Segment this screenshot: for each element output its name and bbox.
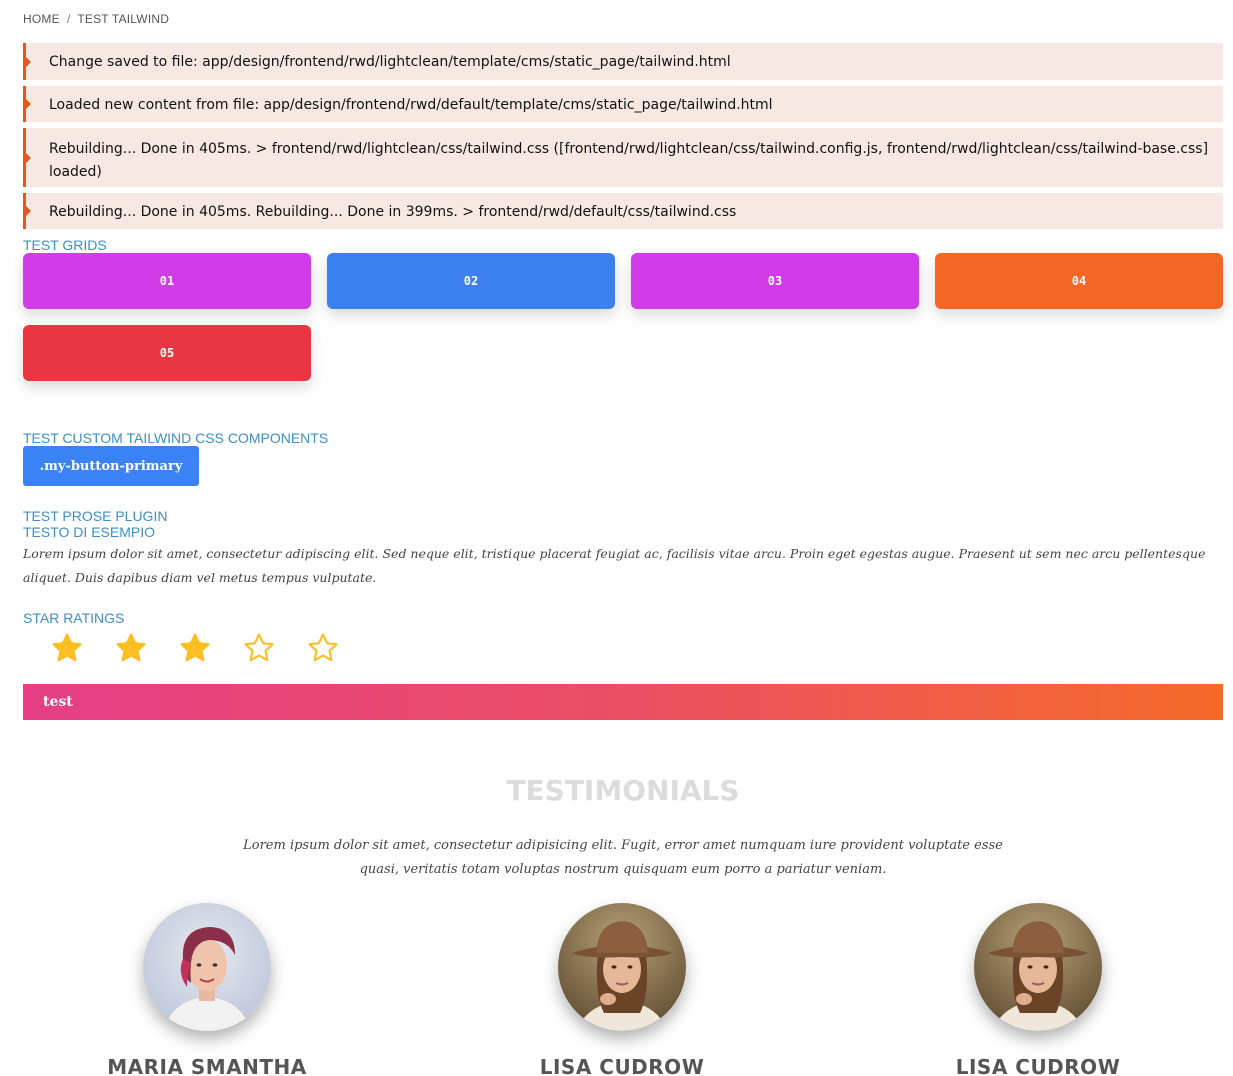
- grid-tile-02: 02: [327, 253, 615, 309]
- star-rating: [50, 631, 370, 665]
- gradient-bar-label: test: [43, 694, 73, 710]
- grids-section-label: TEST GRIDS: [23, 237, 107, 253]
- gradient-bar: test: [23, 684, 1223, 720]
- notice-message: Rebuilding... Done in 405ms. > frontend/…: [23, 128, 1223, 187]
- message-list: Change saved to file: app/design/fronten…: [23, 43, 1223, 235]
- star-icon[interactable]: [50, 631, 84, 665]
- prose-heading: TESTO DI ESEMPIO: [23, 524, 155, 540]
- avatar: [143, 903, 271, 1031]
- person-name: LISA CUDROW: [955, 1055, 1121, 1076]
- breadcrumb: HOME / TEST TAILWIND: [23, 12, 169, 26]
- grid-tile-03: 03: [631, 253, 919, 309]
- breadcrumb-separator: /: [66, 12, 71, 26]
- star-icon[interactable]: [178, 631, 212, 665]
- testimonials-title: TESTIMONIALS: [506, 774, 740, 807]
- breadcrumb-current: TEST TAILWIND: [77, 12, 170, 26]
- star-icon[interactable]: [306, 631, 340, 665]
- star-icon[interactable]: [242, 631, 276, 665]
- notice-message: Change saved to file: app/design/fronten…: [23, 43, 1223, 80]
- components-section-label: TEST CUSTOM TAILWIND CSS COMPONENTS: [23, 430, 329, 446]
- avatar: [558, 903, 686, 1031]
- my-button-primary[interactable]: .my-button-primary: [23, 446, 199, 486]
- person-name: MARIA SMANTHA: [107, 1055, 307, 1076]
- breadcrumb-home-link[interactable]: HOME: [23, 12, 60, 26]
- notice-message: Loaded new content from file: app/design…: [23, 86, 1223, 122]
- grid-tile-05: 05: [23, 325, 311, 381]
- testimonials-text: Lorem ipsum dolor sit amet, consectetur …: [243, 838, 1003, 877]
- prose-section-label: TEST PROSE PLUGIN: [23, 508, 168, 524]
- star-icon[interactable]: [114, 631, 148, 665]
- person-name: LISA CUDROW: [539, 1055, 705, 1076]
- notice-message: Rebuilding... Done in 405ms. Rebuilding.…: [23, 193, 1223, 229]
- avatar: [974, 903, 1102, 1031]
- grid-tile-04: 04: [935, 253, 1223, 309]
- prose-paragraph: Lorem ipsum dolor sit amet, consectetur …: [23, 546, 1206, 585]
- grid-tile-01: 01: [23, 253, 311, 309]
- ratings-section-label: STAR RATINGS: [23, 610, 125, 626]
